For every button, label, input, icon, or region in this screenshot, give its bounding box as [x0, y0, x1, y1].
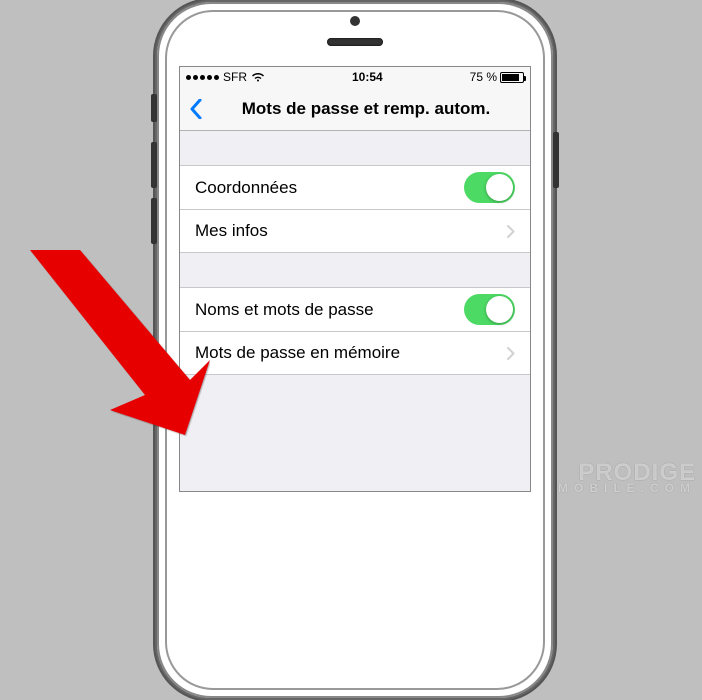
- toggle-coordonnees[interactable]: [464, 172, 515, 203]
- volume-up-button: [151, 142, 157, 188]
- power-button: [553, 132, 559, 188]
- group-spacer: [180, 253, 530, 287]
- battery-pct-label: 75 %: [470, 70, 497, 84]
- status-bar: SFR 10:54 75 %: [180, 67, 530, 87]
- row-mots-de-passe-en-memoire[interactable]: Mots de passe en mémoire: [180, 331, 530, 375]
- watermark: PRODIGE MOBILE.COM: [558, 462, 696, 494]
- mute-switch: [151, 94, 157, 122]
- screen: SFR 10:54 75 % Mots de passe et remp. au…: [179, 66, 531, 492]
- row-label: Mots de passe en mémoire: [195, 343, 507, 363]
- wifi-icon: [251, 72, 265, 82]
- row-mes-infos[interactable]: Mes infos: [180, 209, 530, 253]
- back-icon[interactable]: [190, 99, 202, 119]
- chevron-right-icon: [507, 225, 515, 238]
- status-left: SFR: [186, 70, 265, 84]
- nav-title: Mots de passe et remp. autom.: [212, 99, 520, 119]
- row-coordonnees[interactable]: Coordonnées: [180, 165, 530, 209]
- toggle-noms-mots-de-passe[interactable]: [464, 294, 515, 325]
- row-label: Noms et mots de passe: [195, 300, 464, 320]
- earpiece-speaker: [327, 38, 383, 46]
- volume-down-button: [151, 198, 157, 244]
- settings-content[interactable]: Coordonnées Mes infos Noms et mots de pa…: [180, 131, 530, 409]
- nav-bar: Mots de passe et remp. autom.: [180, 87, 530, 131]
- status-right: 75 %: [470, 70, 524, 84]
- clock-label: 10:54: [265, 70, 470, 84]
- signal-strength-icon: [186, 75, 219, 80]
- row-label: Mes infos: [195, 221, 507, 241]
- group-spacer: [180, 375, 530, 409]
- carrier-label: SFR: [223, 70, 247, 84]
- row-label: Coordonnées: [195, 178, 464, 198]
- row-noms-mots-de-passe[interactable]: Noms et mots de passe: [180, 287, 530, 331]
- group-spacer: [180, 131, 530, 165]
- front-camera: [350, 16, 360, 26]
- watermark-line2: MOBILE.COM: [558, 483, 696, 494]
- battery-icon: [500, 72, 524, 83]
- chevron-right-icon: [507, 347, 515, 360]
- iphone-device-frame: SFR 10:54 75 % Mots de passe et remp. au…: [155, 0, 555, 700]
